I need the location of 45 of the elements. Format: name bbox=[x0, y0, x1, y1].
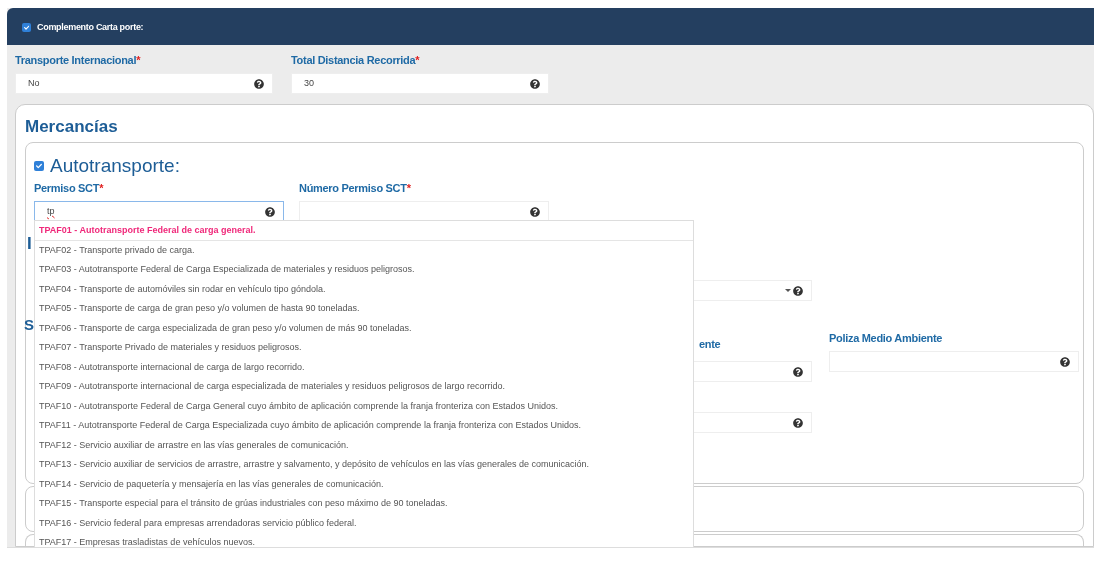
dropdown-option[interactable]: TPAF12 - Servicio auxiliar de arrastre en las vías generales de comunicación. bbox=[35, 435, 693, 455]
dropdown-option[interactable]: TPAF11 - Autotransporte Federal de Carga Especializada cuyo ámbito de aplicación comprende la franja fronteriza con Estados Unidos. bbox=[35, 416, 693, 436]
dropdown-option[interactable]: TPAF17 - Empresas trasladistas de vehículos nuevos. bbox=[35, 533, 693, 547]
checkmark-icon bbox=[36, 163, 42, 169]
checkbox[interactable] bbox=[34, 161, 44, 171]
section-heading: I bbox=[27, 234, 33, 254]
section-title: Mercancías bbox=[25, 117, 119, 137]
dropdown-option[interactable]: TPAF13 - Servicio auxiliar de servicios de arrastre, arrastre y salvamento, y depósito de vehículos en las vías generales de comunicación. bbox=[35, 455, 693, 475]
help-icon[interactable] bbox=[265, 206, 275, 217]
checkmark-icon bbox=[23, 24, 30, 31]
field-label: Total Distancia Recorrida* bbox=[291, 53, 421, 67]
input-field[interactable] bbox=[299, 201, 549, 222]
dropdown-option[interactable]: TPAF02 - Transporte privado de carga. bbox=[35, 240, 693, 260]
dropdown-option[interactable]: TPAF15 - Transporte especial para el tránsito de grúas industriales con peso máximo de 90 toneladas. bbox=[35, 494, 693, 514]
dropdown-option[interactable]: TPAF08 - Autotransporte internacional de carga de largo recorrido. bbox=[35, 357, 693, 377]
dropdown-option[interactable]: TPAF16 - Servicio federal para empresas arrendadoras servicio público federal. bbox=[35, 513, 693, 533]
dropdown-option[interactable]: TPAF06 - Transporte de carga especializada de gran peso y/o volumen de más 90 toneladas. bbox=[35, 318, 693, 338]
input-field[interactable]: 30 bbox=[291, 73, 549, 94]
field-label: Número Permiso SCT* bbox=[299, 181, 412, 195]
section-heading: S bbox=[24, 315, 34, 335]
help-icon[interactable] bbox=[1060, 356, 1070, 367]
dropdown-option[interactable]: TPAF05 - Transporte de carga de gran peso y/o volumen de hasta 90 toneladas. bbox=[35, 299, 693, 319]
dropdown-option[interactable]: TPAF01 - Autotransporte Federal de carga general. bbox=[35, 221, 693, 241]
help-icon[interactable] bbox=[793, 417, 803, 428]
field-label: Transporte Internacional* bbox=[15, 53, 142, 67]
input-field[interactable]: tp bbox=[34, 201, 284, 222]
help-icon[interactable] bbox=[793, 285, 803, 296]
help-icon[interactable] bbox=[530, 206, 540, 217]
dropdown-option[interactable]: TPAF03 - Autotransporte Federal de Carga Especializada de materiales y residuos peligrosos. bbox=[35, 260, 693, 280]
dropdown-option[interactable]: TPAF14 - Servicio de paquetería y mensajería en las vías generales de comunicación. bbox=[35, 474, 693, 494]
input-field[interactable]: No bbox=[15, 73, 273, 94]
dropdown-option[interactable]: TPAF07 - Transporte Privado de materiales y residuos peligrosos. bbox=[35, 338, 693, 358]
header-title: Complemento Carta porte: bbox=[37, 23, 144, 32]
help-icon[interactable] bbox=[793, 366, 803, 377]
dropdown-option[interactable]: TPAF10 - Autotransporte Federal de Carga General cuyo ámbito de aplicación comprende la franja fronteriza con Estados Unidos. bbox=[35, 396, 693, 416]
help-icon[interactable] bbox=[530, 78, 540, 89]
dropdown-option[interactable]: TPAF09 - Autotransporte internacional de carga especializada de materiales y residuos peligrosos de largo recorrido. bbox=[35, 377, 693, 397]
dropdown-option[interactable]: TPAF04 - Transporte de automóviles sin rodar en vehículo tipo góndola. bbox=[35, 279, 693, 299]
input-field[interactable] bbox=[829, 351, 1079, 372]
section-title: Autotransporte: bbox=[50, 155, 180, 177]
field-label: ente bbox=[699, 338, 721, 350]
help-icon[interactable] bbox=[254, 78, 264, 89]
checkbox[interactable] bbox=[22, 23, 31, 32]
field-label: Permiso SCT* bbox=[34, 181, 105, 195]
field-label: Poliza Medio Ambiente bbox=[829, 331, 944, 345]
